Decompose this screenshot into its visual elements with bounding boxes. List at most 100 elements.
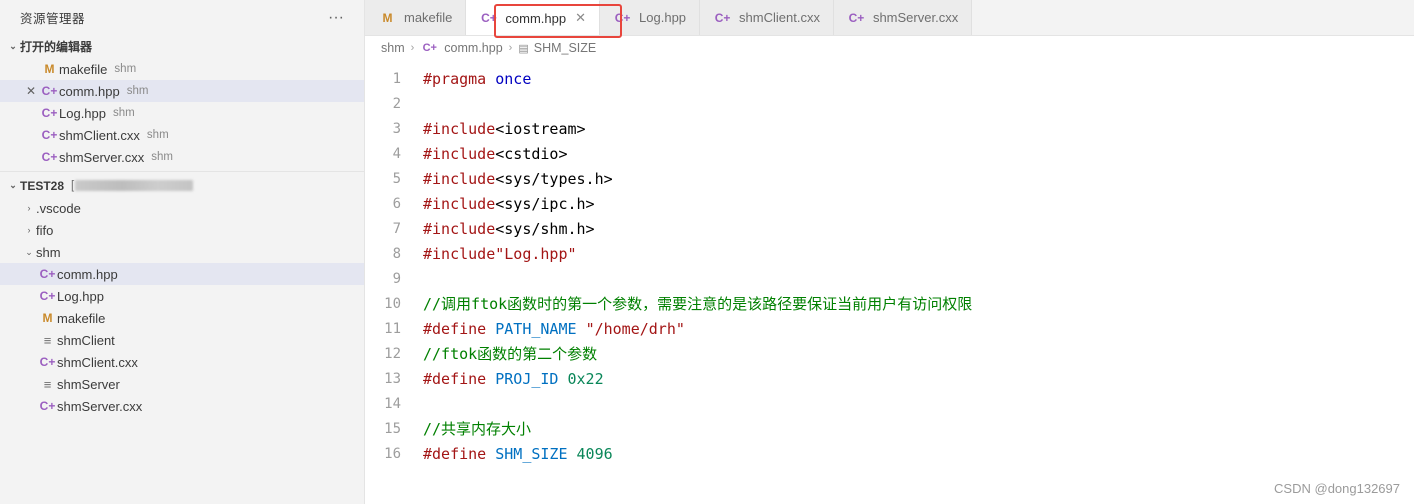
line-number: 1	[392, 70, 401, 87]
code-line[interactable]: 9	[365, 266, 1414, 291]
symbol-icon: ▤	[518, 42, 529, 55]
tab-label: shmServer.cxx	[872, 10, 959, 25]
chevron-down-icon: ⌄	[9, 41, 17, 51]
ellipsis-icon[interactable]: ···	[324, 9, 348, 25]
open-editor-item-makefile[interactable]: M makefile shm	[0, 58, 364, 80]
line-number: 6	[392, 195, 401, 212]
cpp-file-icon: C+	[848, 10, 865, 25]
chevron-down-icon: ⌄	[25, 246, 33, 257]
file-shmclient-cxx[interactable]: C+ shmClient.cxx	[0, 351, 364, 373]
breadcrumb-item-shm-size[interactable]: ▤ SHM_SIZE	[518, 41, 596, 55]
code-line[interactable]: 12 //ftok函数的第二个参数	[365, 341, 1414, 366]
code-line[interactable]: 2	[365, 91, 1414, 116]
open-editor-folder: shm	[151, 151, 173, 163]
tab-comm-hpp[interactable]: C+ comm.hpp ✕	[466, 0, 601, 35]
tab-shmclient-cxx[interactable]: C+ shmClient.cxx	[700, 0, 834, 35]
folder-label: shm	[36, 244, 61, 260]
folder-fifo[interactable]: › fifo	[0, 219, 364, 241]
code-line[interactable]: 5 #include<sys/types.h>	[365, 166, 1414, 191]
code-line[interactable]: 14	[365, 391, 1414, 416]
tab-log-hpp[interactable]: C+ Log.hpp	[600, 0, 701, 35]
cpp-file-icon: C+	[614, 10, 631, 25]
code-token: "Log.hpp"	[495, 244, 577, 263]
code-line[interactable]: 8 #include"Log.hpp"	[365, 241, 1414, 266]
open-editor-item-log-hpp[interactable]: C+ Log.hpp shm	[0, 102, 364, 124]
close-icon[interactable]: ✕	[22, 84, 40, 98]
breadcrumb-label: comm.hpp	[444, 41, 503, 55]
code-token: <sys/shm.h>	[495, 219, 595, 238]
code-token: #include	[423, 169, 496, 188]
section-open-editors-label: 打开的编辑器	[20, 40, 93, 54]
divider	[0, 171, 364, 172]
file-shmclient[interactable]: ≡ shmClient	[0, 329, 364, 351]
code-line[interactable]: 10 //调用ftok函数时的第一个参数，需要注意的是该路径要保证当前用户有访问权…	[365, 291, 1414, 316]
folder-shm[interactable]: ⌄ shm	[0, 241, 364, 263]
makefile-icon: M	[382, 10, 393, 25]
open-editor-item-comm-hpp[interactable]: ✕ C+ comm.hpp shm	[0, 80, 364, 102]
section-open-editors[interactable]: ⌄ 打开的编辑器	[0, 35, 364, 58]
code-line-content: //ftok函数的第二个参数	[423, 343, 597, 364]
open-editor-folder: shm	[113, 107, 135, 119]
file-shmserver-cxx[interactable]: C+ shmServer.cxx	[0, 395, 364, 417]
open-editor-label: comm.hpp	[59, 83, 120, 99]
tab-label: shmClient.cxx	[739, 10, 820, 25]
code-line-content: #include"Log.hpp"	[423, 245, 577, 263]
code-token: //调用ftok函数时的第一个参数，需要注意的是该路径要保证当前用户有访问权限	[423, 295, 973, 313]
file-comm-hpp[interactable]: C+ comm.hpp	[0, 263, 364, 285]
line-number: 14	[384, 395, 401, 412]
open-editor-item-shmserver-cxx[interactable]: C+ shmServer.cxx shm	[0, 146, 364, 168]
file-makefile[interactable]: M makefile	[0, 307, 364, 329]
code-line[interactable]: 15 //共享内存大小	[365, 416, 1414, 441]
breadcrumb: shm › C+ comm.hpp › ▤ SHM_SIZE	[365, 36, 1414, 60]
cpp-file-icon: C+	[714, 10, 731, 25]
tab-shmserver-cxx[interactable]: C+ shmServer.cxx	[833, 0, 973, 35]
line-number: 12	[384, 345, 401, 362]
cpp-file-icon: C+	[39, 267, 56, 281]
makefile-icon: M	[44, 62, 55, 76]
breadcrumb-item-shm[interactable]: shm	[381, 41, 405, 55]
workspace-path-bracket: [	[71, 179, 75, 192]
folder-label: fifo	[36, 222, 54, 238]
code-line[interactable]: 1 #pragma once	[365, 66, 1414, 91]
code-editor[interactable]: 1 #pragma once 2 3 #include<iostream> 4 #inclu…	[365, 60, 1414, 504]
file-shmserver[interactable]: ≡ shmServer	[0, 373, 364, 395]
code-line[interactable]: 4 #include<cstdio>	[365, 141, 1414, 166]
tab-makefile[interactable]: M makefile	[365, 0, 467, 35]
cpp-file-icon: C+	[41, 128, 58, 142]
file-log-hpp[interactable]: C+ Log.hpp	[0, 285, 364, 307]
section-workspace[interactable]: ⌄ TEST28 [	[0, 174, 364, 197]
cpp-file-icon: C+	[41, 84, 58, 98]
code-token: "/home/drh"	[585, 319, 685, 338]
code-line-content: #define PROJ_ID 0x22	[423, 370, 604, 388]
code-line-content: #include<sys/ipc.h>	[423, 195, 595, 213]
chevron-right-icon: ›	[27, 225, 31, 235]
code-line-content: //共享内存大小	[423, 418, 531, 439]
open-editor-folder: shm	[146, 129, 169, 141]
code-token: #include	[423, 219, 496, 238]
tab-label: comm.hpp	[505, 10, 567, 26]
workspace-label: TEST28	[20, 178, 65, 193]
code-token: <sys/types.h>	[495, 169, 613, 188]
line-number: 11	[384, 320, 401, 337]
code-token: #define	[423, 369, 487, 388]
close-icon[interactable]: ✕	[575, 10, 586, 26]
code-line[interactable]: 11 #define PATH_NAME "/home/drh"	[365, 316, 1414, 341]
line-number: 4	[392, 145, 401, 162]
open-editor-label: shmServer.cxx	[59, 149, 145, 165]
line-number: 15	[384, 420, 401, 437]
folder-vscode[interactable]: › .vscode	[0, 197, 364, 219]
code-line[interactable]: 3 #include<iostream>	[365, 116, 1414, 141]
code-line[interactable]: 16 #define SHM_SIZE 4096	[365, 441, 1414, 466]
breadcrumb-item-comm-hpp[interactable]: C+ comm.hpp	[420, 41, 503, 55]
line-number: 16	[384, 445, 401, 462]
cpp-file-icon: C+	[39, 399, 56, 413]
code-line[interactable]: 7 #include<sys/shm.h>	[365, 216, 1414, 241]
code-token: #include	[423, 244, 496, 263]
open-editor-item-shmclient-cxx[interactable]: C+ shmClient.cxx shm	[0, 124, 364, 146]
code-line[interactable]: 13 #define PROJ_ID 0x22	[365, 366, 1414, 391]
code-line[interactable]: 6 #include<sys/ipc.h>	[365, 191, 1414, 216]
breadcrumb-label: SHM_SIZE	[533, 41, 597, 55]
